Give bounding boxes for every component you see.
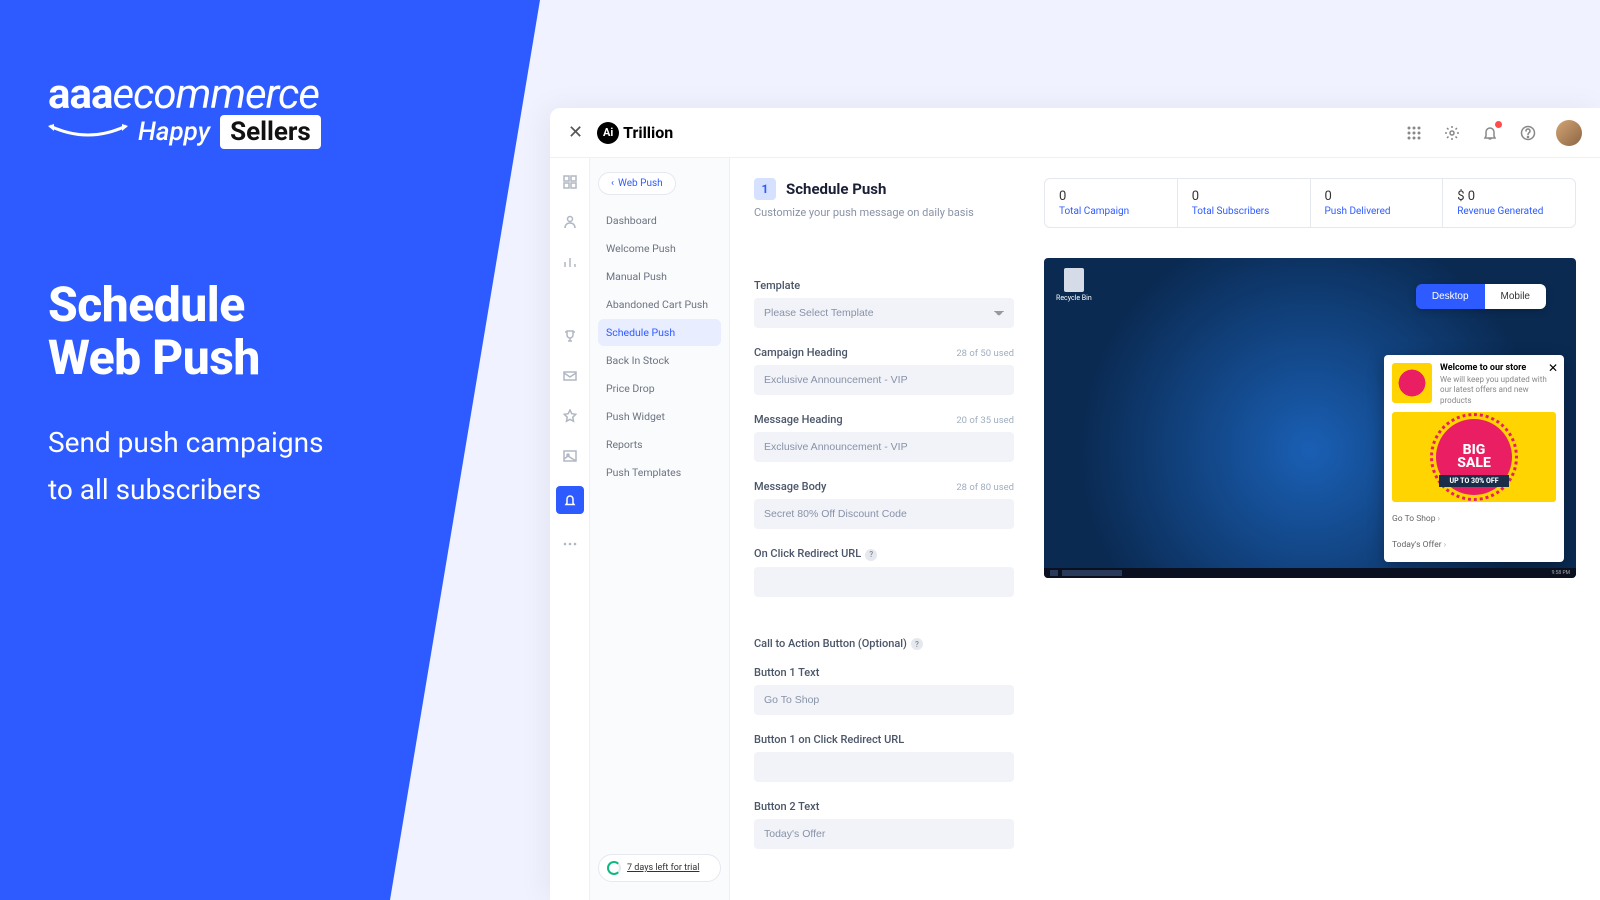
app-brand: AiTrillion	[597, 122, 673, 144]
redirect-url-input[interactable]	[754, 567, 1014, 597]
stat-cell: 0Total Campaign	[1045, 179, 1178, 227]
message-heading-hint: 20 of 35 used	[956, 415, 1014, 426]
btn1-url-input[interactable]	[754, 752, 1014, 782]
btn1-text-label: Button 1 Text	[754, 666, 819, 679]
bell-icon[interactable]	[1480, 123, 1500, 143]
star-icon[interactable]	[560, 406, 580, 426]
campaign-heading-hint: 28 of 50 used	[956, 348, 1014, 359]
help-tooltip-icon[interactable]: ?	[865, 549, 877, 561]
trial-badge[interactable]: 7 days left for trial	[598, 854, 721, 882]
step-number: 1	[754, 178, 776, 200]
template-label: Template	[754, 279, 800, 292]
btn1-text-input[interactable]	[754, 685, 1014, 715]
campaign-heading-input[interactable]	[754, 365, 1014, 395]
stats-row: 0Total Campaign0Total Subscribers0Push D…	[1044, 178, 1576, 228]
back-button[interactable]: ‹ Web Push	[598, 172, 676, 195]
sub-sidebar: ‹ Web Push DashboardWelcome PushManual P…	[590, 158, 730, 900]
sidebar-item-welcome-push[interactable]: Welcome Push	[598, 235, 721, 262]
trophy-icon[interactable]	[560, 326, 580, 346]
notification-hero: BIG SALE UP TO 30% OFF	[1392, 412, 1556, 502]
template-select[interactable]: Please Select Template	[754, 298, 1014, 328]
stat-cell: 0Push Delivered	[1311, 179, 1444, 227]
promo-description: Send push campaigns to all subscribers	[48, 419, 324, 514]
notification-link-1[interactable]: Go To Shop	[1392, 510, 1556, 528]
sidebar-item-push-widget[interactable]: Push Widget	[598, 403, 721, 430]
sidebar-item-abandoned-cart-push[interactable]: Abandoned Cart Push	[598, 291, 721, 318]
promo-logo: aaaecommerce	[48, 70, 324, 119]
promo-logo-sub: Happy Sellers	[48, 115, 324, 149]
help-icon[interactable]	[1518, 123, 1538, 143]
notification-card: ✕ Welcome to our store We will keep you …	[1384, 355, 1564, 562]
redirect-url-label: On Click Redirect URL?	[754, 547, 877, 561]
gear-icon[interactable]	[1442, 123, 1462, 143]
message-heading-label: Message Heading	[754, 413, 843, 426]
sidebar-item-reports[interactable]: Reports	[598, 431, 721, 458]
sidebar-item-schedule-push[interactable]: Schedule Push	[598, 319, 721, 346]
smile-icon	[48, 122, 128, 142]
progress-ring-icon	[607, 861, 621, 875]
user-icon[interactable]	[560, 212, 580, 232]
notification-link-2[interactable]: Today's Offer	[1392, 536, 1556, 554]
message-heading-input[interactable]	[754, 432, 1014, 462]
device-toggle: Desktop Mobile	[1416, 284, 1546, 309]
message-body-input[interactable]	[754, 499, 1014, 529]
more-icon[interactable]	[560, 534, 580, 554]
page-title: Schedule Push	[786, 180, 886, 198]
stat-cell: 0Total Subscribers	[1178, 179, 1311, 227]
page-subtitle: Customize your push message on daily bas…	[754, 206, 1014, 219]
sidebar-item-dashboard[interactable]: Dashboard	[598, 207, 721, 234]
promo-title: Schedule Web Push	[48, 279, 324, 385]
btn2-text-label: Button 2 Text	[754, 800, 819, 813]
message-body-hint: 28 of 80 used	[956, 482, 1014, 493]
help-tooltip-icon[interactable]: ?	[911, 638, 923, 650]
notification-description: We will keep you updated with our latest…	[1440, 375, 1556, 406]
apps-icon[interactable]	[1404, 123, 1424, 143]
recycle-bin-icon: Recycle Bin	[1056, 268, 1092, 302]
sidebar-item-manual-push[interactable]: Manual Push	[598, 263, 721, 290]
sidebar-item-back-in-stock[interactable]: Back In Stock	[598, 347, 721, 374]
mobile-tab[interactable]: Mobile	[1485, 284, 1546, 309]
btn2-text-input[interactable]	[754, 819, 1014, 849]
bell-nav-icon[interactable]	[556, 486, 584, 514]
sidebar-item-push-templates[interactable]: Push Templates	[598, 459, 721, 486]
image-icon[interactable]	[560, 446, 580, 466]
message-body-label: Message Body	[754, 480, 826, 493]
sidebar-item-price-drop[interactable]: Price Drop	[598, 375, 721, 402]
btn1-url-label: Button 1 on Click Redirect URL	[754, 733, 904, 746]
mail-icon[interactable]	[560, 366, 580, 386]
campaign-heading-label: Campaign Heading	[754, 346, 848, 359]
notification-title: Welcome to our store	[1440, 363, 1556, 373]
desktop-tab[interactable]: Desktop	[1416, 284, 1485, 309]
notification-thumbnail	[1392, 363, 1432, 403]
close-icon[interactable]: ✕	[1548, 361, 1558, 375]
close-icon[interactable]: ✕	[568, 122, 583, 143]
dashboard-icon[interactable]	[560, 172, 580, 192]
windows-taskbar: 9:58 PM	[1044, 568, 1576, 578]
desktop-preview: Recycle Bin Desktop Mobile ✕ Welcome to …	[1044, 258, 1576, 578]
analytics-icon[interactable]	[560, 252, 580, 272]
icon-rail	[550, 158, 590, 900]
stat-cell: $ 0Revenue Generated	[1443, 179, 1575, 227]
cta-section-label: Call to Action Button (Optional)?	[754, 637, 1014, 651]
app-header: ✕ AiTrillion	[550, 108, 1600, 158]
app-window: ✕ AiTrillion ‹ Web Push DashboardW	[550, 108, 1600, 900]
avatar[interactable]	[1556, 120, 1582, 146]
